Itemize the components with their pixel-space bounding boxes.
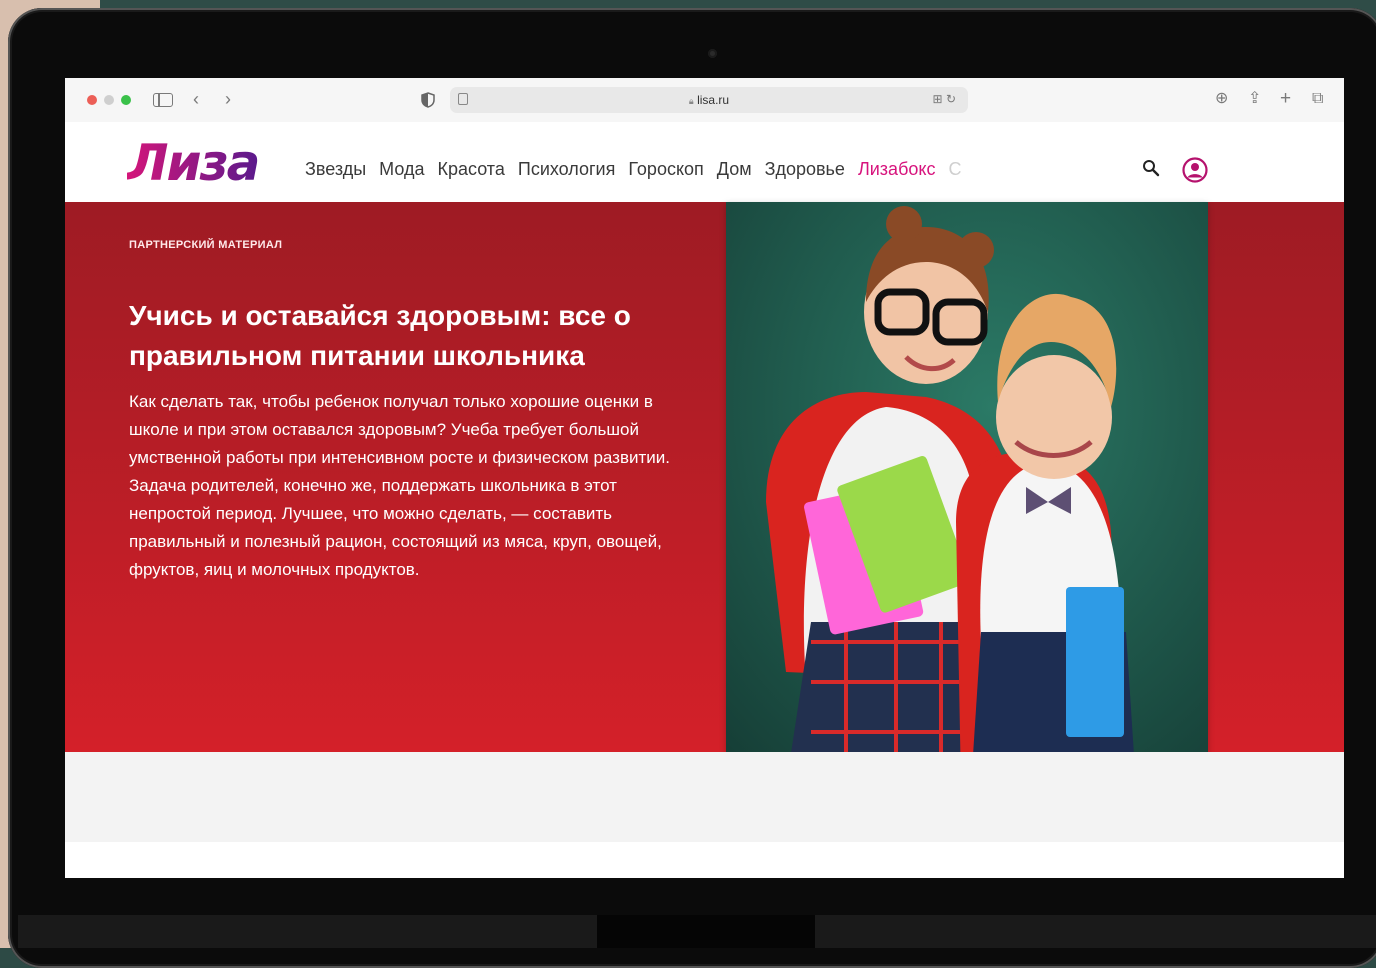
partner-label: ПАРТНЕРСКИЙ МАТЕРИАЛ (129, 239, 283, 251)
content-area (65, 752, 1344, 842)
nav-item-home[interactable]: Дом (717, 159, 752, 179)
sidebar-icon[interactable] (153, 93, 173, 107)
privacy-shield-icon[interactable] (421, 92, 435, 108)
main-nav: Звезды Мода Красота Психология Гороскоп Дом Зд… (305, 159, 974, 180)
camera (708, 49, 717, 58)
nav-item-lizaboks[interactable]: Лизабокс (858, 159, 936, 179)
forward-icon[interactable]: › (225, 88, 231, 110)
content-strip (65, 842, 1344, 878)
browser-window: ‹ › 🔒︎ lisa.ru ⊞ ↻ ⊕ ⇪ + ⧉ Лиза Звезды Мо… (65, 78, 1344, 878)
url-text: lisa.ru (697, 93, 730, 107)
search-icon[interactable] (1142, 159, 1160, 177)
address-bar[interactable]: 🔒︎ lisa.ru ⊞ ↻ (450, 87, 968, 113)
zoom-window-button[interactable] (121, 95, 131, 105)
article-title[interactable]: Учись и оставайся здоровым: все о правил… (129, 296, 689, 376)
browser-toolbar: ‹ › 🔒︎ lisa.ru ⊞ ↻ ⊕ ⇪ + ⧉ (65, 78, 1344, 123)
user-icon[interactable] (1182, 157, 1208, 183)
schoolchildren-photo (726, 202, 1208, 786)
article-photo[interactable] (726, 202, 1208, 786)
nav-item-horoscope[interactable]: Гороскоп (628, 159, 703, 179)
nav-item-fashion[interactable]: Мода (379, 159, 424, 179)
new-tab-icon[interactable]: + (1280, 88, 1291, 110)
site-header: Лиза Звезды Мода Красота Психология Гороскоп… (65, 122, 1344, 202)
reload-icon[interactable]: ↻ (946, 92, 956, 106)
minimize-window-button[interactable] (104, 95, 114, 105)
share-icon[interactable]: ⇪ (1248, 88, 1261, 110)
nav-item-health[interactable]: Здоровье (765, 159, 845, 179)
laptop-notch (597, 915, 815, 948)
nav-item-more[interactable]: С (948, 159, 961, 179)
back-icon[interactable]: ‹ (193, 88, 199, 110)
lock-icon: 🔒︎ (688, 96, 694, 106)
close-window-button[interactable] (87, 95, 97, 105)
site-logo[interactable]: Лиза (127, 134, 260, 192)
nav-item-psychology[interactable]: Психология (518, 159, 616, 179)
nav-item-stars[interactable]: Звезды (305, 159, 366, 179)
translate-icon[interactable]: ⊞ (933, 92, 943, 106)
tabs-overview-icon[interactable]: ⧉ (1312, 88, 1323, 110)
download-icon[interactable]: ⊕ (1215, 88, 1228, 110)
article-lede: Как сделать так, чтобы ребенок получал т… (129, 392, 670, 579)
nav-item-beauty[interactable]: Красота (437, 159, 504, 179)
